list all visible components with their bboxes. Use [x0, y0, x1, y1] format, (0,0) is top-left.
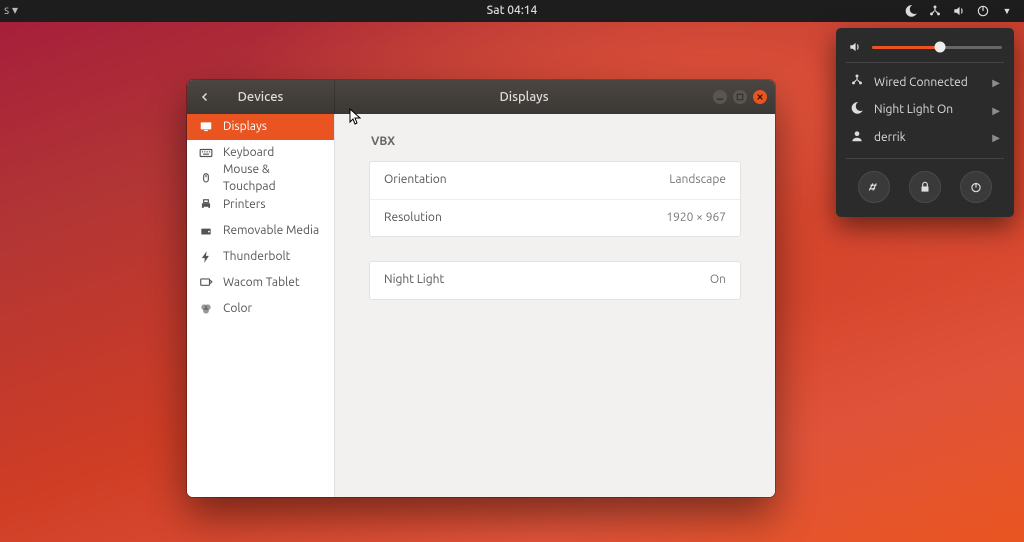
- sidebar-item-mouse-touchpad[interactable]: Mouse & Touchpad: [187, 166, 334, 192]
- menu-item-label: derrik: [874, 130, 906, 147]
- setting-label: Night Light: [384, 272, 444, 289]
- header-title: Displays: [335, 88, 713, 106]
- sidebar-item-wacom-tablet[interactable]: Wacom Tablet: [187, 270, 334, 296]
- clock[interactable]: Sat 04:14: [487, 3, 538, 20]
- sidebar-item-label: Displays: [223, 119, 267, 136]
- moon-icon: [850, 101, 864, 121]
- volume-icon: [848, 40, 862, 54]
- sidebar-item-printers[interactable]: Printers: [187, 192, 334, 218]
- volume-slider[interactable]: [848, 40, 1002, 54]
- sidebar: DisplaysKeyboardMouse & TouchpadPrinters…: [187, 114, 335, 497]
- night-light-icon: [904, 4, 918, 18]
- chevron-down-icon: ▼: [1000, 4, 1014, 18]
- setting-value: Landscape: [669, 172, 726, 189]
- back-button[interactable]: [193, 85, 217, 109]
- minimize-button[interactable]: [713, 90, 727, 104]
- sidebar-item-label: Keyboard: [223, 145, 274, 162]
- night-light-card: Night Light On: [369, 261, 741, 300]
- settings-window: Devices Displays DisplaysKeyboardMouse &…: [187, 80, 775, 497]
- volume-icon: [952, 4, 966, 18]
- settings-button[interactable]: [858, 171, 890, 203]
- sidebar-item-removable-media[interactable]: Removable Media: [187, 218, 334, 244]
- setting-row-orientation[interactable]: Orientation Landscape: [370, 162, 740, 199]
- header-left: Devices: [187, 80, 335, 114]
- headerbar[interactable]: Devices Displays: [187, 80, 775, 114]
- printer-icon: [199, 198, 213, 212]
- setting-row-resolution[interactable]: Resolution 1920 × 967: [370, 199, 740, 237]
- window-controls: [713, 90, 775, 104]
- power-button[interactable]: [960, 171, 992, 203]
- menu-item-wired-connected[interactable]: Wired Connected ▶: [848, 69, 1002, 97]
- thunderbolt-icon: [199, 250, 213, 264]
- setting-value: On: [710, 272, 726, 289]
- menu-item-derrik[interactable]: derrik ▶: [848, 125, 1002, 153]
- sidebar-item-color[interactable]: Color: [187, 296, 334, 322]
- sidebar-item-label: Mouse & Touchpad: [223, 162, 322, 196]
- chevron-right-icon: ▶: [992, 76, 1000, 90]
- chevron-right-icon: ▶: [992, 104, 1000, 118]
- menu-item-night-light-on[interactable]: Night Light On ▶: [848, 97, 1002, 125]
- power-icon: [976, 4, 990, 18]
- tablet-icon: [199, 276, 213, 290]
- display-settings-card: Orientation Landscape Resolution 1920 × 967: [369, 161, 741, 238]
- lock-button[interactable]: [909, 171, 941, 203]
- status-area[interactable]: ▼: [904, 4, 1024, 18]
- sidebar-item-label: Printers: [223, 197, 266, 214]
- session-actions: [848, 171, 1002, 203]
- keyboard-icon: [199, 146, 213, 160]
- sidebar-item-displays[interactable]: Displays: [187, 114, 334, 140]
- network-icon: [928, 4, 942, 18]
- volume-knob[interactable]: [934, 42, 945, 53]
- separator: [846, 158, 1004, 159]
- display-icon: [199, 120, 213, 134]
- sidebar-item-label: Removable Media: [223, 223, 319, 240]
- top-bar: s ▾ Sat 04:14 ▼: [0, 0, 1024, 22]
- network-icon: [850, 73, 864, 93]
- menu-item-label: Wired Connected: [874, 75, 968, 92]
- menu-item-label: Night Light On: [874, 102, 953, 119]
- chevron-right-icon: ▶: [992, 131, 1000, 145]
- setting-value: 1920 × 967: [666, 210, 726, 227]
- sidebar-item-label: Wacom Tablet: [223, 275, 300, 292]
- close-button[interactable]: [753, 90, 767, 104]
- content-area: VBX Orientation Landscape Resolution 1920 ×…: [335, 114, 775, 497]
- user-icon: [850, 129, 864, 149]
- cursor-icon: [349, 108, 363, 131]
- volume-fill: [872, 46, 940, 49]
- color-icon: [199, 302, 213, 316]
- setting-row-night-light[interactable]: Night Light On: [370, 262, 740, 299]
- setting-label: Orientation: [384, 172, 447, 189]
- system-menu: Wired Connected ▶ Night Light On ▶ derrik ▶: [836, 28, 1014, 217]
- volume-track[interactable]: [872, 46, 1002, 49]
- setting-label: Resolution: [384, 210, 442, 227]
- sidebar-item-thunderbolt[interactable]: Thunderbolt: [187, 244, 334, 270]
- header-left-title: Devices: [238, 88, 284, 106]
- removable-icon: [199, 224, 213, 238]
- sidebar-item-label: Thunderbolt: [223, 249, 290, 266]
- display-name: VBX: [371, 134, 741, 151]
- maximize-button[interactable]: [733, 90, 747, 104]
- separator: [846, 62, 1004, 63]
- topbar-left-fragment: s ▾: [0, 3, 18, 20]
- mouse-icon: [199, 172, 213, 186]
- sidebar-item-label: Color: [223, 301, 252, 318]
